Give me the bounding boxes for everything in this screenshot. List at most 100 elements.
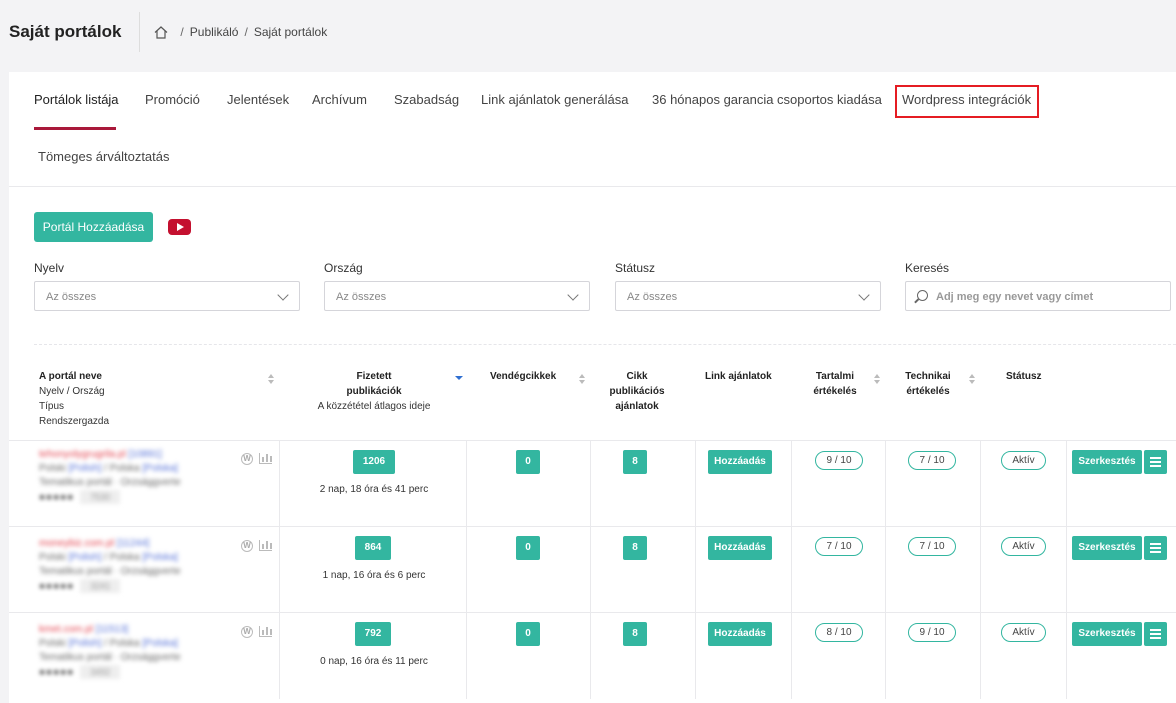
paid-count-badge[interactable]: 1206 bbox=[353, 450, 395, 474]
wordpress-icon[interactable]: W bbox=[241, 540, 253, 552]
portal-meta: Polski [Polish] / Polska [Polska] bbox=[39, 463, 178, 474]
portal-info[interactable]: tehonyolygrugrila.pl [10891] Polski [Pol… bbox=[39, 448, 181, 505]
paid-count-badge[interactable]: 792 bbox=[355, 622, 391, 646]
tab-tomeges-arvaltoztatas[interactable]: Tömeges árváltoztatás bbox=[38, 149, 170, 164]
offers-count-badge[interactable]: 8 bbox=[623, 536, 647, 560]
sort-icon[interactable] bbox=[268, 374, 274, 384]
portal-info[interactable]: kmet.com.pl [11513] Polski [Polish] / Po… bbox=[39, 623, 181, 680]
youtube-play-icon[interactable] bbox=[168, 219, 191, 235]
column-divider bbox=[590, 441, 591, 527]
content-rating-badge: 9 / 10 bbox=[815, 451, 863, 470]
add-link-offer-button[interactable]: Hozzáadás bbox=[708, 536, 772, 560]
home-icon[interactable] bbox=[154, 25, 168, 39]
column-divider bbox=[466, 441, 467, 527]
column-divider bbox=[1066, 441, 1067, 527]
wordpress-icon[interactable]: W bbox=[241, 453, 253, 465]
header-technical-rating[interactable]: Technikai értékelés bbox=[897, 369, 959, 399]
menu-icon[interactable] bbox=[1144, 450, 1167, 474]
column-divider bbox=[1066, 527, 1067, 613]
portal-meta: Polski [Polish] / Polska [Polska] bbox=[39, 552, 178, 563]
language-select[interactable]: Az összes bbox=[34, 281, 300, 311]
header-portal[interactable]: A portál neve Nyelv / Ország Típus Rends… bbox=[39, 369, 109, 429]
status-badge: Aktív bbox=[1001, 623, 1046, 642]
sort-icon[interactable] bbox=[579, 374, 585, 384]
header-guest[interactable]: Vendégcikkek bbox=[490, 369, 556, 384]
filter-language-label: Nyelv bbox=[34, 261, 65, 275]
tab-archivum[interactable]: Archívum bbox=[312, 92, 367, 107]
portal-info[interactable]: moneybiz.com.pl [11244] Polski [Polish] … bbox=[39, 537, 181, 594]
paid-count-badge[interactable]: 864 bbox=[355, 536, 391, 560]
tab-jelentesek[interactable]: Jelentések bbox=[227, 92, 289, 107]
header-paid[interactable]: Fizetett publikációk A közzététel átlago… bbox=[299, 369, 449, 414]
header-offers-1: Cikk bbox=[626, 371, 648, 382]
header-paid-title-2: publikációk bbox=[346, 386, 402, 397]
tab-garancia[interactable]: 36 hónapos garancia csoportos kiadása bbox=[652, 92, 882, 107]
add-portal-button[interactable]: Portál Hozzáadása bbox=[34, 212, 153, 242]
search-box[interactable] bbox=[905, 281, 1171, 311]
portal-rating: ●●●●● 3241 bbox=[39, 579, 181, 594]
language-select-value: Az összes bbox=[46, 291, 97, 303]
menu-icon[interactable] bbox=[1144, 536, 1167, 560]
portal-name[interactable]: moneybiz.com.pl [11244] bbox=[39, 537, 181, 551]
add-link-offer-button[interactable]: Hozzáadás bbox=[708, 622, 772, 646]
filter-search-label: Keresés bbox=[905, 261, 950, 275]
sort-icon[interactable] bbox=[874, 374, 880, 384]
search-icon bbox=[917, 290, 928, 301]
status-badge: Aktív bbox=[1001, 451, 1046, 470]
breadcrumb-item-publikalo[interactable]: Publikáló bbox=[190, 25, 239, 39]
status-badge: Aktív bbox=[1001, 537, 1046, 556]
table-row: tehonyolygrugrila.pl [10891] Polski [Pol… bbox=[9, 440, 1176, 527]
offers-count-badge[interactable]: 8 bbox=[623, 622, 647, 646]
edit-button[interactable]: Szerkesztés bbox=[1072, 536, 1142, 560]
column-divider bbox=[590, 613, 591, 699]
add-link-offer-button[interactable]: Hozzáadás bbox=[708, 450, 772, 474]
column-divider bbox=[590, 527, 591, 613]
sort-icon[interactable] bbox=[969, 374, 975, 384]
chevron-down-icon bbox=[567, 289, 579, 301]
status-select[interactable]: Az összes bbox=[615, 281, 881, 311]
technical-rating-badge: 7 / 10 bbox=[908, 451, 956, 470]
portal-name[interactable]: tehonyolygrugrila.pl [10891] bbox=[39, 448, 181, 462]
header-technical-2: értékelés bbox=[906, 386, 950, 397]
breadcrumb-separator: / bbox=[244, 25, 248, 39]
avg-publish-time: 0 nap, 16 óra és 11 perc bbox=[320, 656, 428, 667]
guest-count-badge[interactable]: 0 bbox=[516, 622, 540, 646]
country-select[interactable]: Az összes bbox=[324, 281, 590, 311]
stats-icon[interactable] bbox=[259, 626, 272, 637]
guest-count-badge[interactable]: 0 bbox=[516, 450, 540, 474]
edit-button[interactable]: Szerkesztés bbox=[1072, 450, 1142, 474]
column-divider bbox=[980, 527, 981, 613]
column-divider bbox=[695, 613, 696, 699]
header-offers-2: publikációs bbox=[609, 386, 665, 397]
portal-name[interactable]: kmet.com.pl [11513] bbox=[39, 623, 181, 637]
header-admin: Rendszergazda bbox=[39, 416, 110, 427]
offers-count-badge[interactable]: 8 bbox=[623, 450, 647, 474]
column-divider bbox=[885, 613, 886, 699]
tab-wordpress-integraciok[interactable]: Wordpress integrációk bbox=[902, 92, 1031, 107]
chevron-down-icon bbox=[858, 289, 870, 301]
search-input[interactable] bbox=[936, 288, 1161, 306]
menu-icon[interactable] bbox=[1144, 622, 1167, 646]
column-divider bbox=[980, 441, 981, 527]
sort-desc-icon[interactable] bbox=[455, 376, 463, 380]
column-divider bbox=[695, 441, 696, 527]
header-avg-time: A közzététel átlagos ideje bbox=[317, 401, 431, 412]
tab-portalok-listaja[interactable]: Portálok listája bbox=[34, 92, 119, 107]
header-content-rating[interactable]: Tartalmi értékelés bbox=[805, 369, 865, 399]
header-paid-title: Fizetett bbox=[356, 371, 392, 382]
header-technical-1: Technikai bbox=[905, 371, 951, 382]
guest-count-badge[interactable]: 0 bbox=[516, 536, 540, 560]
edit-button[interactable]: Szerkesztés bbox=[1072, 622, 1142, 646]
column-divider bbox=[791, 527, 792, 613]
stats-icon[interactable] bbox=[259, 540, 272, 551]
portal-rating: ●●●●● 7530 bbox=[39, 490, 181, 505]
technical-rating-badge: 9 / 10 bbox=[908, 623, 956, 642]
wordpress-icon[interactable]: W bbox=[241, 626, 253, 638]
header-status: Státusz bbox=[1006, 371, 1042, 382]
header-offers[interactable]: Cikk publikációs ajánlatok bbox=[601, 369, 673, 414]
header-offers-3: ajánlatok bbox=[615, 401, 659, 412]
tab-link-ajanlatok[interactable]: Link ajánlatok generálása bbox=[481, 92, 628, 107]
tab-szabadsag[interactable]: Szabadság bbox=[394, 92, 459, 107]
stats-icon[interactable] bbox=[259, 453, 272, 464]
tab-promocio[interactable]: Promóció bbox=[145, 92, 200, 107]
